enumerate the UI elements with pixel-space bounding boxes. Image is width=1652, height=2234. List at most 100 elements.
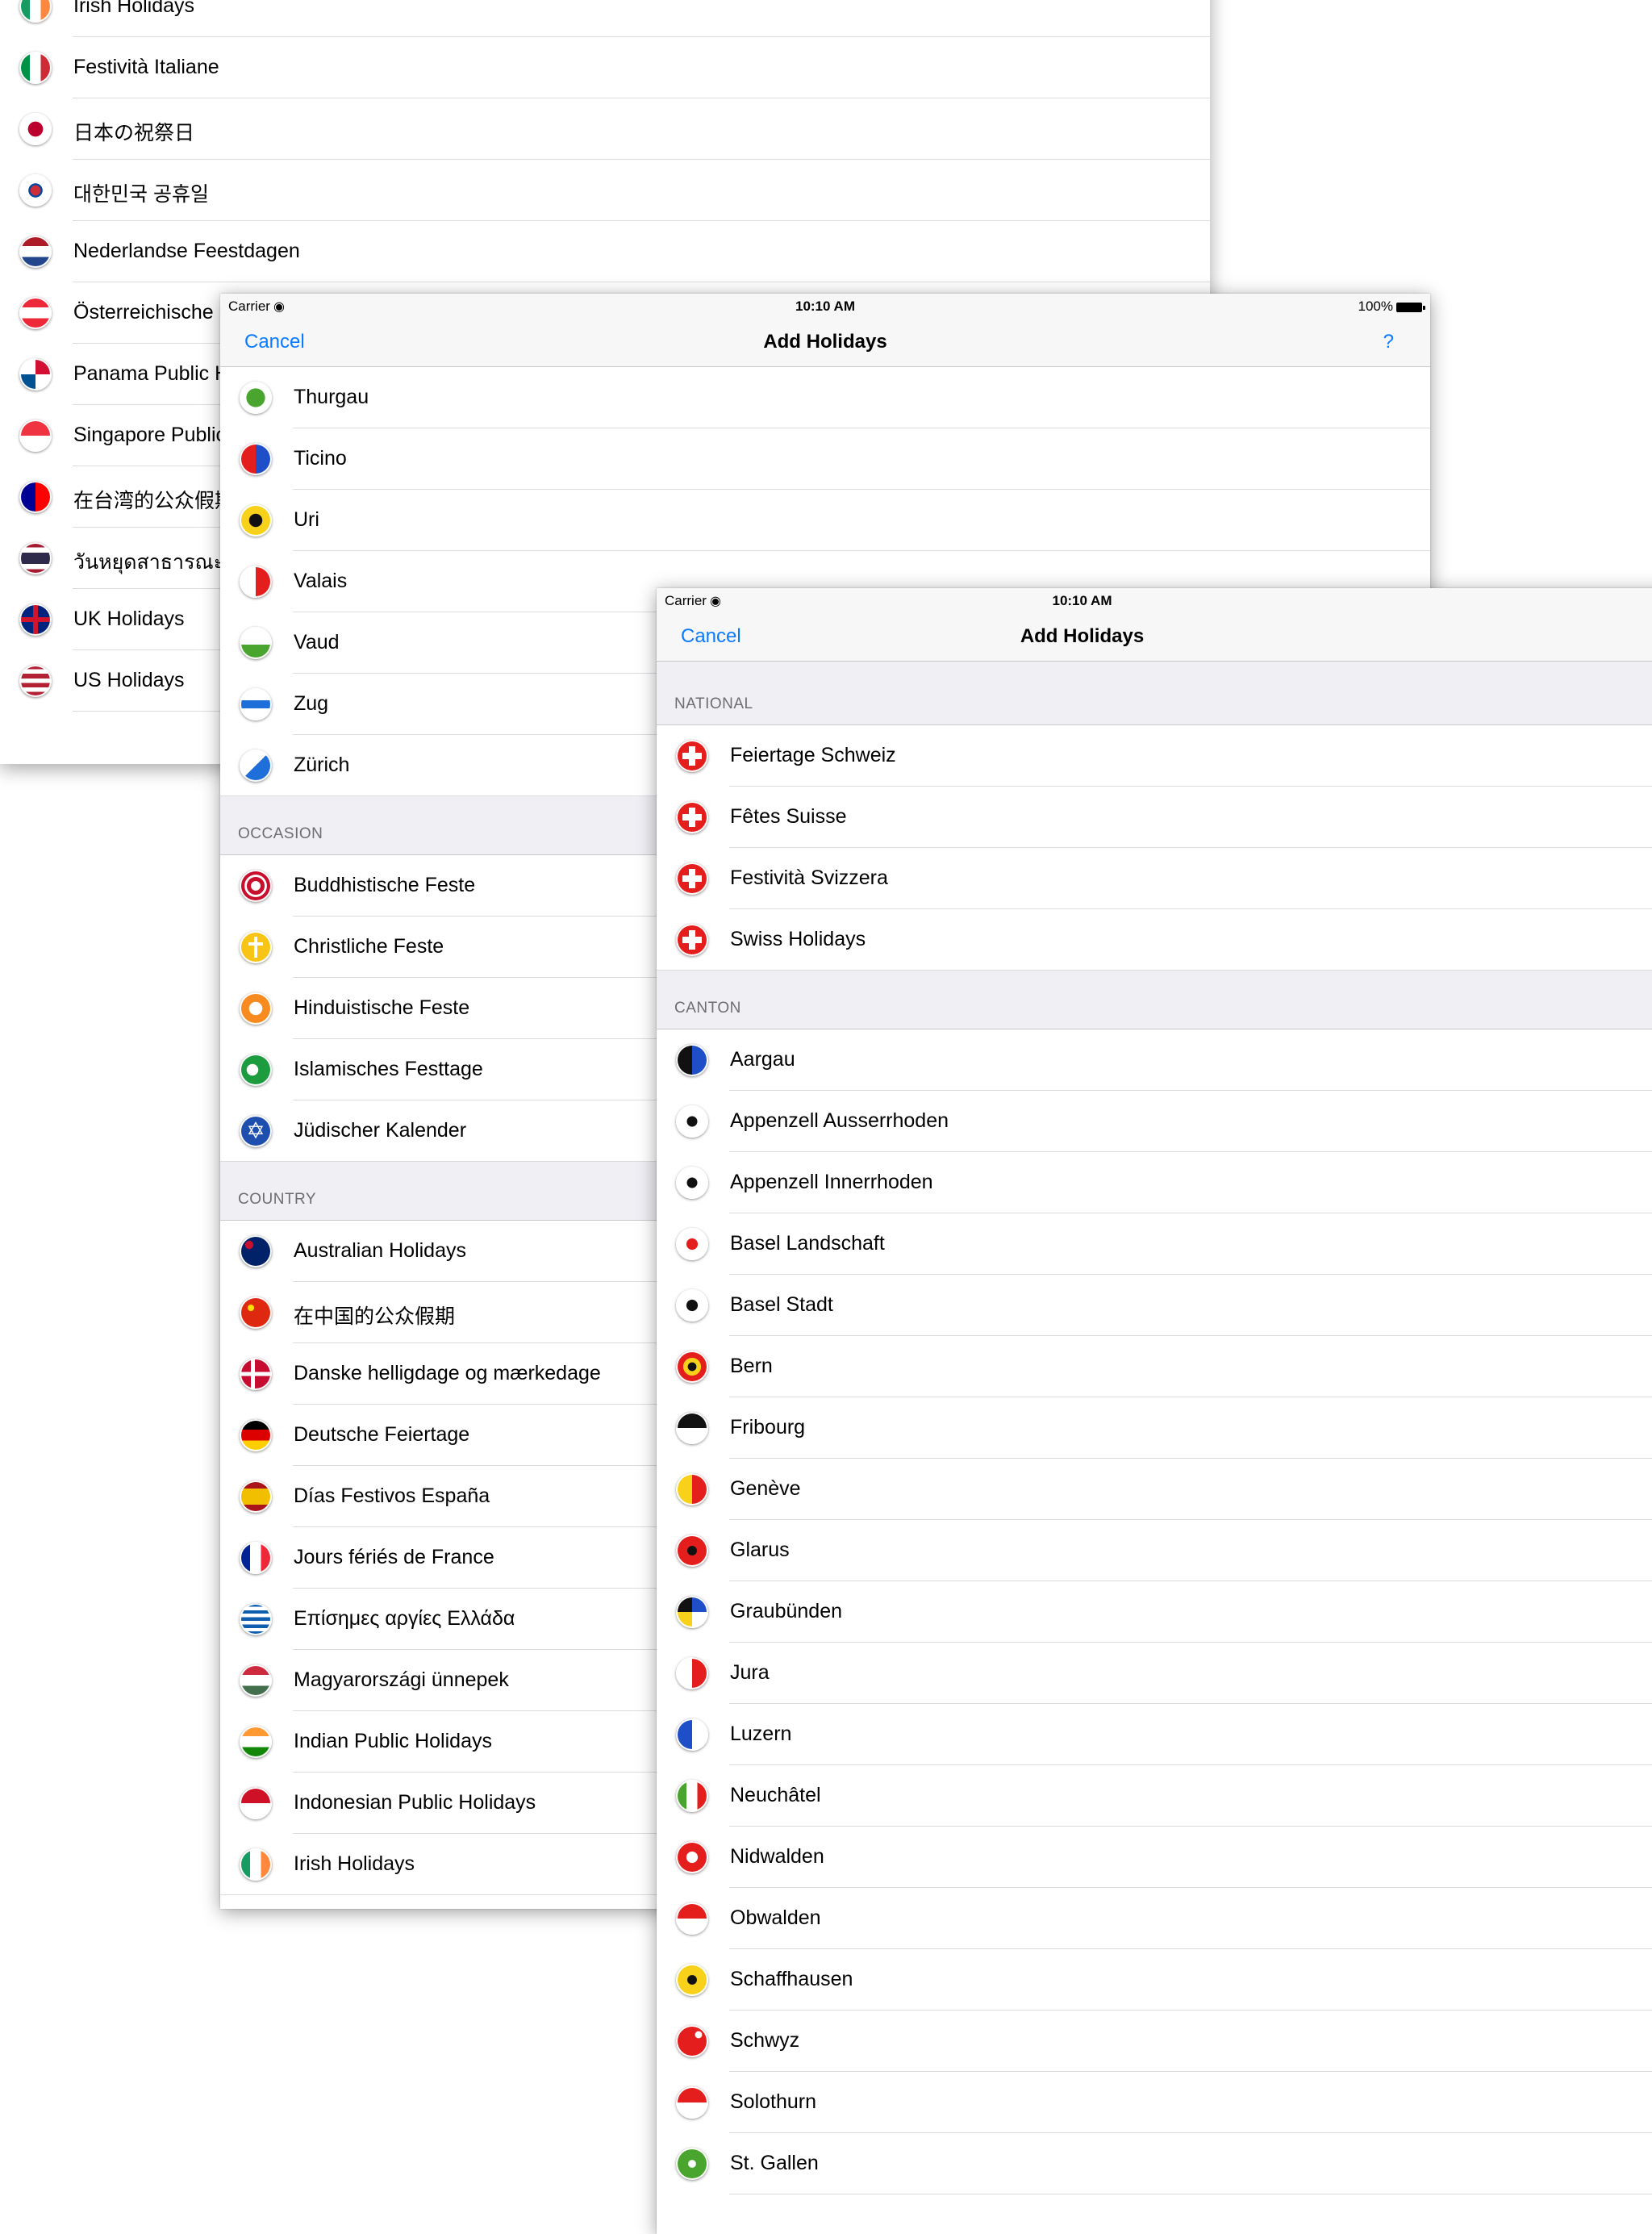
list-item-label: Singapore Public	[73, 424, 227, 446]
list-item[interactable]: Glarus	[657, 1520, 1652, 1581]
list-item-label: Indian Public Holidays	[294, 1730, 492, 1752]
section-title: COUNTRY	[238, 1191, 317, 1208]
list-item-label: Valais	[294, 570, 348, 592]
list-item-label: Appenzell Innerrhoden	[730, 1171, 933, 1193]
list-item[interactable]: Swiss Holidays	[657, 909, 1652, 971]
add-holidays-sheet-front: Carrier ◉ 10:10 AM Cancel Add Holidays NA…	[657, 588, 1652, 2234]
list-item-label: US Holidays	[73, 669, 185, 691]
nav-bar: Cancel Add Holidays	[657, 612, 1652, 662]
list-item[interactable]: St. Gallen	[657, 2133, 1652, 2194]
flag-icon	[240, 1848, 272, 1881]
list-item[interactable]: Nidwalden	[657, 1827, 1652, 1888]
flag-icon	[240, 627, 272, 659]
flag-icon	[240, 1480, 272, 1513]
list-item[interactable]: Luzern	[657, 1704, 1652, 1765]
flag-icon	[240, 443, 272, 475]
status-bar: Carrier ◉ 10:10 AM	[657, 588, 1652, 612]
list-item[interactable]: Appenzell Innerrhoden	[657, 1152, 1652, 1213]
list-item-label: Festività Svizzera	[730, 866, 888, 889]
flag-icon	[676, 1780, 708, 1812]
list-item[interactable]: Fribourg	[657, 1397, 1652, 1459]
list-item[interactable]: Basel Stadt	[657, 1275, 1652, 1336]
list-item[interactable]: Uri	[220, 490, 1430, 551]
list-item[interactable]: 대한민국 공휴일	[0, 160, 1210, 221]
battery-icon	[1396, 302, 1425, 312]
flag-icon	[240, 1542, 272, 1574]
flag-icon	[19, 420, 52, 452]
flag-icon	[240, 1726, 272, 1758]
flag-icon	[19, 236, 52, 268]
list-item-label: Obwalden	[730, 1906, 821, 1929]
nav-bar: Cancel Add Holidays ?	[220, 318, 1430, 367]
list-item[interactable]: Thurgau	[220, 367, 1430, 428]
list-item[interactable]: Festività Italiane	[0, 37, 1210, 98]
battery-indicator: 100%	[1358, 299, 1425, 315]
flag-icon	[240, 931, 272, 963]
list-item[interactable]: Appenzell Ausserrhoden	[657, 1091, 1652, 1152]
list-item[interactable]: Solothurn	[657, 2072, 1652, 2133]
list-item-label: Deutsche Feiertage	[294, 1423, 470, 1446]
list-item[interactable]: Graubünden	[657, 1581, 1652, 1643]
list-item[interactable]: Obwalden	[657, 1888, 1652, 1949]
list-item[interactable]: Feiertage Schweiz	[657, 725, 1652, 787]
list-item-label: Festività Italiane	[73, 56, 219, 78]
list-item-label: Glarus	[730, 1539, 790, 1561]
flag-icon	[676, 1228, 708, 1260]
list-item[interactable]: Neuchâtel	[657, 1765, 1652, 1827]
list-item-label: Buddhistische Feste	[294, 874, 476, 896]
flag-icon	[676, 1105, 708, 1138]
section-title: CANTON	[674, 1000, 741, 1017]
list-item-label: Fribourg	[730, 1416, 806, 1439]
list-item-label: Feiertage Schweiz	[730, 744, 896, 766]
canton-list: Aargau Appenzell Ausserrhoden Appenzell In…	[657, 1029, 1652, 2194]
list-item[interactable]: Jura	[657, 1643, 1652, 1704]
flag-icon	[676, 1964, 708, 1996]
list-item-label: Ticino	[294, 447, 347, 470]
list-item[interactable]: Festività Svizzera	[657, 848, 1652, 909]
flag-icon	[676, 1841, 708, 1873]
flag-icon	[676, 1596, 708, 1628]
flag-icon	[676, 1412, 708, 1444]
list-item[interactable]: Genève	[657, 1459, 1652, 1520]
flag-icon	[240, 504, 272, 537]
list-item[interactable]: Fêtes Suisse	[657, 787, 1652, 848]
flag-icon	[676, 1044, 708, 1076]
flag-icon	[240, 992, 272, 1025]
list-item-label: Επίσημες αργίες Ελλάδα	[294, 1607, 515, 1630]
list-item-label: Luzern	[730, 1722, 792, 1745]
list-item-label: Danske helligdage og mærkedage	[294, 1362, 601, 1384]
flag-icon	[240, 1297, 272, 1329]
list-item-label: Zürich	[294, 754, 350, 776]
list-item[interactable]: Bern	[657, 1336, 1652, 1397]
list-item-label: 在中国的公众假期	[294, 1305, 456, 1328]
list-item-label: Graubünden	[730, 1600, 843, 1622]
list-item-label: Irish Holidays	[73, 0, 195, 17]
flag-icon	[240, 750, 272, 782]
list-item[interactable]: Irish Holidays	[0, 0, 1210, 37]
help-button[interactable]: ?	[1383, 331, 1394, 353]
list-item-label: Hinduistische Feste	[294, 996, 470, 1019]
list-item[interactable]: Nederlandse Feestdagen	[0, 221, 1210, 282]
list-item-label: Magyarországi ünnepek	[294, 1668, 509, 1691]
flag-icon	[676, 924, 708, 956]
flag-icon	[676, 740, 708, 772]
list-item-label: Nidwalden	[730, 1845, 824, 1868]
list-item[interactable]: Aargau	[657, 1029, 1652, 1091]
list-item-label: Basel Stadt	[730, 1293, 833, 1316]
flag-icon	[676, 2025, 708, 2057]
flag-icon	[240, 688, 272, 720]
list-item[interactable]: Schwyz	[657, 2011, 1652, 2072]
list-item[interactable]: Ticino	[220, 428, 1430, 490]
list-item[interactable]: Basel Landschaft	[657, 1213, 1652, 1275]
flag-icon	[240, 566, 272, 598]
section-title: OCCASION	[238, 825, 323, 842]
flag-icon	[676, 1289, 708, 1322]
flag-icon	[676, 1718, 708, 1751]
list-item[interactable]: 日本の祝祭日	[0, 98, 1210, 160]
list-item-label: Jura	[730, 1661, 770, 1684]
list-item-label: Schaffhausen	[730, 1968, 853, 1990]
flag-icon	[19, 665, 52, 697]
list-item-label: Islamisches Festtage	[294, 1058, 483, 1080]
list-item[interactable]: Schaffhausen	[657, 1949, 1652, 2011]
list-item-label: Bern	[730, 1355, 773, 1377]
